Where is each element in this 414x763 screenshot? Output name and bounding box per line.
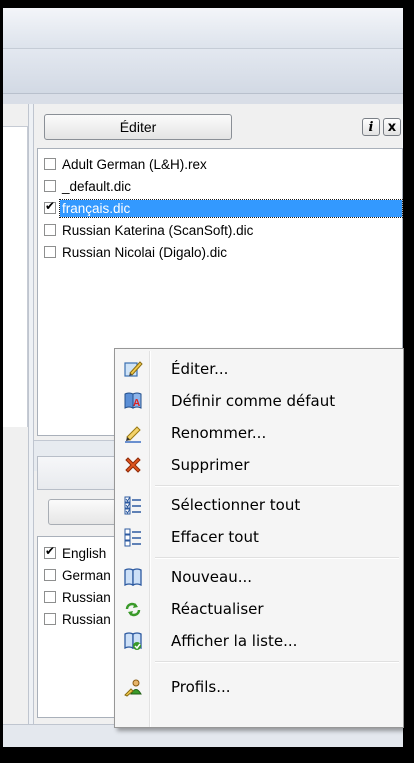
list-item-label: français.dic (59, 198, 403, 218)
menu-item-label: Effacer tout (171, 528, 259, 546)
list-item-label: Russian Nicolai (Digalo).dic (62, 244, 228, 260)
menu-item-delete[interactable]: Supprimer (117, 449, 401, 481)
list-item-label: English (62, 545, 107, 561)
list-item-label: Adult German (L&H).rex (62, 156, 207, 172)
refresh-icon (117, 593, 149, 625)
menu-item-label: Afficher la liste... (171, 632, 298, 650)
list-item[interactable]: Russian Nicolai (Digalo).dic (38, 241, 227, 263)
menu-item-refresh[interactable]: Réactualiser (117, 593, 401, 625)
menu-item-edit[interactable]: Éditer... (117, 353, 401, 385)
menu-item-label: Éditer... (171, 360, 229, 378)
menu-item-new[interactable]: Nouveau... (117, 561, 401, 593)
checkbox-checked[interactable] (44, 199, 56, 214)
menu-item-label: Définir comme défaut (171, 392, 336, 410)
checkbox[interactable] (44, 158, 56, 170)
menu-separator (155, 557, 399, 559)
menu-item-label: Supprimer (171, 456, 250, 474)
checkbox[interactable] (44, 569, 56, 581)
edit-button[interactable]: Éditer (44, 114, 232, 140)
checkbox[interactable] (44, 224, 56, 236)
left-panel-content[interactable] (3, 126, 28, 427)
clear-all-icon (117, 521, 149, 553)
edit-icon (117, 353, 149, 385)
list-item[interactable]: Adult German (L&H).rex (38, 153, 207, 175)
list-item[interactable]: Russian (38, 608, 111, 630)
menu-item-clear-all[interactable]: Effacer tout (117, 521, 401, 553)
rename-icon (117, 417, 149, 449)
list-item-label: Russian Katerina (ScanSoft).dic (62, 222, 254, 238)
toolbar-strip (3, 49, 403, 94)
list-item[interactable]: Russian Katerina (ScanSoft).dic (38, 219, 253, 241)
menu-item-profiles[interactable]: Profils... (117, 671, 401, 703)
menu-item-select-all[interactable]: Sélectionner tout (117, 489, 401, 521)
select-all-icon (117, 489, 149, 521)
new-book-icon (117, 561, 149, 593)
list-item[interactable]: German (38, 564, 111, 586)
title-bar (3, 8, 403, 49)
close-button[interactable]: x (383, 118, 401, 136)
menu-item-label: Profils... (171, 678, 231, 696)
left-panel (3, 104, 29, 724)
set-default-icon: A (117, 385, 149, 417)
list-item-label: Russian (62, 611, 111, 627)
list-item[interactable]: English (38, 542, 106, 564)
list-item-selected[interactable]: français.dic (38, 197, 403, 219)
menu-item-set-default[interactable]: A Définir comme défaut (117, 385, 401, 417)
checkbox-checked[interactable] (44, 544, 56, 559)
info-button[interactable]: i (362, 118, 380, 136)
menu-separator (155, 485, 399, 487)
checkbox[interactable] (44, 613, 56, 625)
menu-separator (155, 661, 399, 663)
checkbox[interactable] (44, 180, 56, 192)
list-item[interactable]: _default.dic (38, 175, 131, 197)
list-item[interactable]: Russian (38, 586, 111, 608)
list-item-label: German (62, 567, 111, 583)
profiles-icon (117, 671, 149, 703)
menu-item-label: Nouveau... (171, 568, 253, 586)
menu-item-label: Renommer... (171, 424, 267, 442)
toolbar-divider (3, 94, 403, 104)
checkbox[interactable] (44, 591, 56, 603)
menu-item-label: Réactualiser (171, 600, 264, 618)
delete-icon (117, 449, 149, 481)
show-list-icon (117, 625, 149, 657)
context-menu: Éditer... A Définir comme défaut Renomme… (114, 348, 404, 728)
menu-item-rename[interactable]: Renommer... (117, 417, 401, 449)
menu-item-show-list[interactable]: Afficher la liste... (117, 625, 401, 657)
list-item-label: Russian (62, 589, 111, 605)
menu-item-label: Sélectionner tout (171, 496, 301, 514)
checkbox[interactable] (44, 246, 56, 258)
svg-text:A: A (133, 398, 140, 409)
list-item-label: _default.dic (62, 178, 132, 194)
